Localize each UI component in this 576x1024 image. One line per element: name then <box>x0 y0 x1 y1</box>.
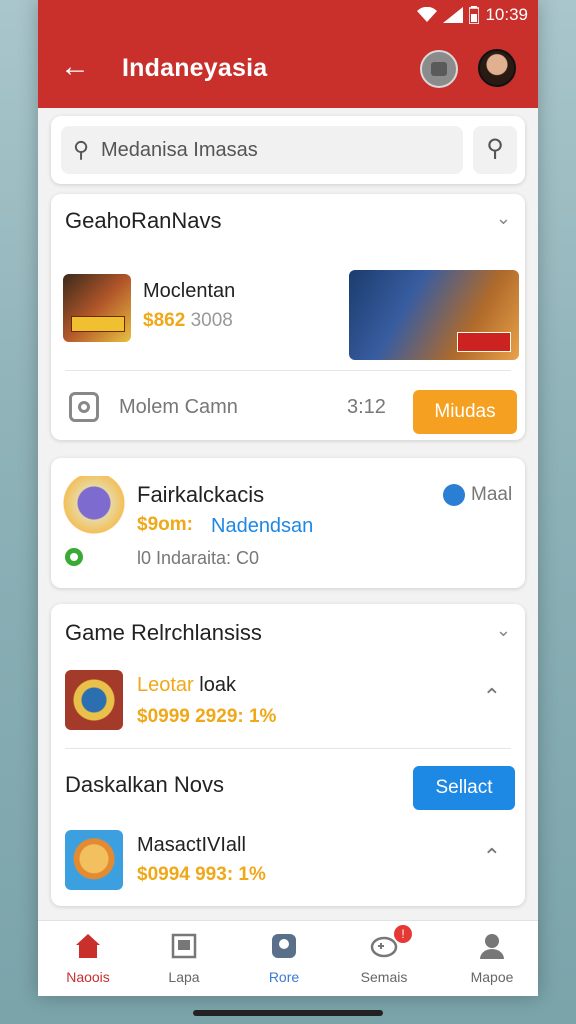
bottom-navigation: Naoois Lapa Rore ! Semais Mapoe <box>38 920 538 996</box>
library-icon <box>171 933 197 959</box>
home-indicator[interactable] <box>193 1010 383 1016</box>
divider <box>65 370 511 371</box>
price-secondary: 3008 <box>190 310 233 331</box>
nav-item-library[interactable]: Lapa <box>134 931 234 985</box>
wifi-icon <box>417 7 438 22</box>
store-icon <box>272 934 296 958</box>
orange-action-button[interactable]: Miudas <box>413 390 517 434</box>
game-thumbnail[interactable] <box>63 476 125 536</box>
profile-icon <box>480 934 504 959</box>
section2-title[interactable]: Fairkalckacis <box>137 482 264 508</box>
home-icon <box>76 934 100 958</box>
nav-item-messages[interactable]: ! Semais <box>334 925 434 985</box>
item-name[interactable]: Leotar loak <box>137 674 236 697</box>
section2-price: $9om: <box>137 514 193 535</box>
game-thumbnail[interactable] <box>65 830 123 890</box>
back-arrow-icon[interactable]: ← <box>60 52 90 82</box>
nav-item-home[interactable]: Naoois <box>38 931 138 985</box>
status-time: 10:39 <box>485 5 528 24</box>
app-title: Indaneyasia <box>122 54 268 82</box>
chevron-up-icon[interactable]: ⌃ <box>483 684 501 710</box>
status-bar: 10:39 <box>38 0 538 30</box>
item-name-rest: loak <box>199 674 236 696</box>
chevron-up-icon[interactable]: ⌃ <box>483 844 501 870</box>
footer-value: 3:12 <box>347 396 386 418</box>
item-price: $0999 2929: 1% <box>137 706 277 727</box>
phone-screen: 10:39 ← Indaneyasia ⚲ Medanisa Imasas ⚲ … <box>38 0 538 996</box>
search-card: ⚲ Medanisa Imasas ⚲ <box>51 116 525 184</box>
notification-badge: ! <box>394 925 412 943</box>
section2-subtitle[interactable]: Nadendsan <box>211 515 313 538</box>
nav-label: Semais <box>360 969 408 985</box>
battery-icon <box>469 6 480 24</box>
status-icons: 10:39 <box>417 5 528 25</box>
online-status-icon <box>65 548 83 566</box>
search-placeholder: Medanisa Imasas <box>101 139 258 161</box>
nav-label: Lapa <box>168 969 200 985</box>
nav-label: Rore <box>268 969 300 985</box>
nav-item-store[interactable]: Rore <box>234 931 334 985</box>
game-thumbnail[interactable] <box>63 274 131 342</box>
section-card-2: Fairkalckacis $9om: Nadendsan l0 Indarai… <box>51 458 525 588</box>
mail-label[interactable]: Maal <box>471 484 512 506</box>
mail-icon[interactable] <box>443 484 465 506</box>
item-name[interactable]: Moclentan <box>143 280 235 303</box>
nav-label: Mapoe <box>470 969 514 985</box>
search-icon: ⚲ <box>73 137 90 162</box>
divider <box>65 748 511 749</box>
promo-banner[interactable] <box>349 270 519 360</box>
section-card-1: GeahoRanNavs ⌄ Moclentan $862 3008 Molem… <box>51 194 525 440</box>
section1-title: GeahoRanNavs <box>65 208 222 233</box>
price-main: $862 <box>143 310 186 331</box>
item-name[interactable]: MasactIVIall <box>137 834 246 857</box>
section3-subtitle: Daskalkan Novs <box>65 772 224 797</box>
item-name-highlight: Leotar <box>137 674 194 696</box>
search-input[interactable]: ⚲ Medanisa Imasas <box>61 126 463 174</box>
chevron-down-icon[interactable]: ⌄ <box>496 208 511 229</box>
nav-item-profile[interactable]: Mapoe <box>442 931 538 985</box>
rewards-icon[interactable] <box>420 50 458 88</box>
item-price: $0994 993: 1% <box>137 864 266 885</box>
signal-icon <box>443 7 464 23</box>
footer-label: Molem Camn <box>119 396 238 418</box>
select-button[interactable]: Sellact <box>413 766 515 810</box>
item-price: $862 3008 <box>143 310 233 332</box>
section2-meta: l0 Indaraita: C0 <box>137 548 260 568</box>
chevron-down-icon[interactable]: ⌄ <box>496 620 511 641</box>
nav-label: Naoois <box>66 969 110 985</box>
camera-icon[interactable] <box>69 392 99 422</box>
search-button[interactable]: ⚲ <box>473 126 517 174</box>
section3-title: Game Relrchlansiss <box>65 620 262 645</box>
app-bar: ← Indaneyasia <box>38 30 538 108</box>
section-card-3: Game Relrchlansiss ⌄ Leotar loak $0999 2… <box>51 604 525 906</box>
avatar[interactable] <box>478 49 516 87</box>
game-thumbnail[interactable] <box>65 670 123 730</box>
